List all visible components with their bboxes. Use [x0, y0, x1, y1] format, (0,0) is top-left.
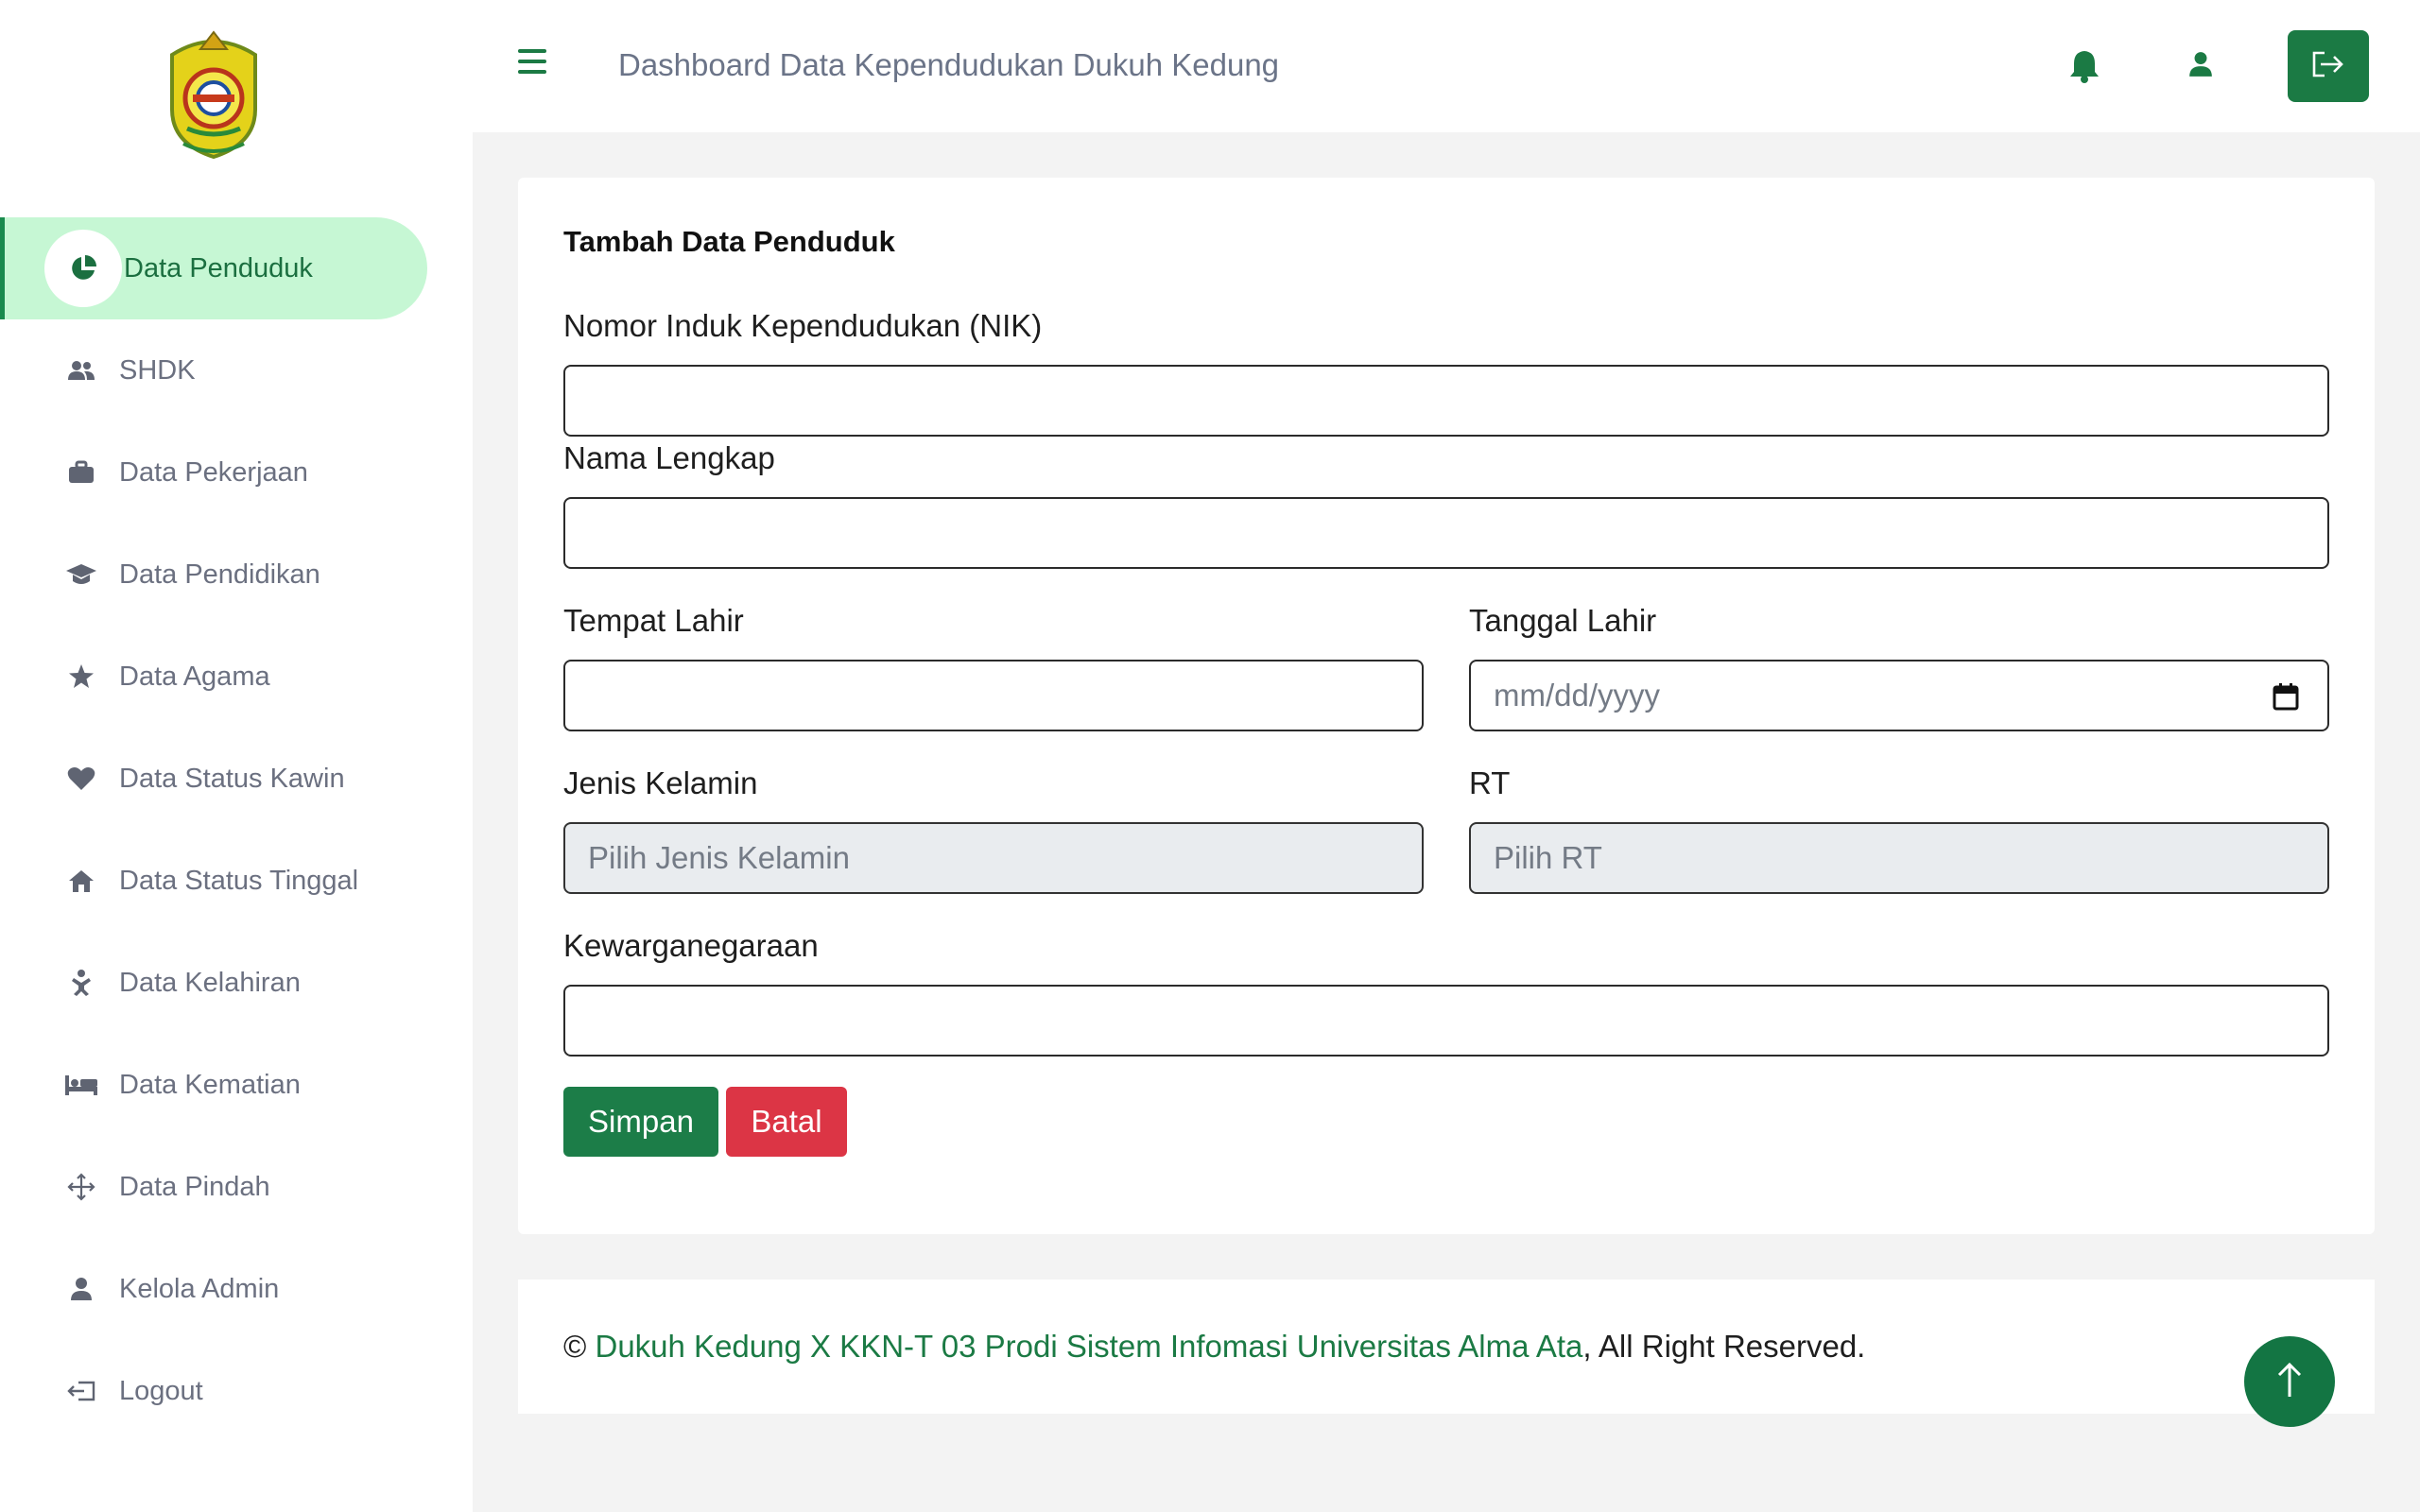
sidebar-item-label: Data Kematian: [119, 1069, 301, 1100]
rt-selected: Pilih RT: [1494, 840, 1602, 875]
graduation-cap-icon: [64, 558, 98, 592]
sidebar-item-data-agama[interactable]: Data Agama: [0, 626, 473, 728]
topbar: Dashboard Data Kependudukan Dukuh Kedung: [473, 0, 2420, 132]
sidebar-item-data-pendidikan[interactable]: Data Pendidikan: [0, 524, 473, 626]
kewarganegaraan-input[interactable]: [563, 985, 2329, 1057]
move-icon: [64, 1170, 98, 1204]
sidebar-item-label: Kelola Admin: [119, 1273, 280, 1304]
jenis-kelamin-selected: Pilih Jenis Kelamin: [588, 840, 850, 875]
tempat-lahir-input[interactable]: [563, 660, 1424, 731]
sidebar-item-data-pindah[interactable]: Data Pindah: [0, 1136, 473, 1238]
home-icon: [64, 864, 98, 898]
sidebar-item-label: Data Kelahiran: [119, 967, 301, 998]
rt-select[interactable]: Pilih RT: [1469, 822, 2329, 894]
sidebar-item-label: SHDK: [119, 354, 196, 386]
sidebar-item-data-penduduk[interactable]: Data Penduduk: [0, 217, 427, 319]
sidebar-item-label: Data Pindah: [119, 1171, 270, 1202]
sidebar-item-label: Data Pendidikan: [119, 558, 320, 590]
sidebar-item-label: Data Status Kawin: [119, 763, 345, 794]
baby-icon: [64, 966, 98, 1000]
footer: © Dukuh Kedung X KKN-T 03 Prodi Sistem I…: [518, 1280, 2375, 1414]
sidebar-item-logout[interactable]: Logout: [0, 1340, 473, 1442]
footer-suffix: , All Right Reserved.: [1582, 1329, 1866, 1364]
back-to-top-button[interactable]: [2244, 1336, 2335, 1427]
logo: [163, 23, 265, 164]
hamburger-icon[interactable]: [518, 49, 546, 77]
add-resident-form-card: Tambah Data Penduduk Nomor Induk Kependu…: [518, 178, 2375, 1234]
copyright-symbol: ©: [563, 1329, 587, 1364]
page-title: Dashboard Data Kependudukan Dukuh Kedung: [618, 47, 1280, 82]
tanggal-lahir-input[interactable]: mm/dd/yyyy: [1469, 660, 2329, 731]
sidebar-item-data-pekerjaan[interactable]: Data Pekerjaan: [0, 421, 473, 524]
user-icon: [64, 1272, 98, 1306]
footer-link[interactable]: Dukuh Kedung X KKN-T 03 Prodi Sistem Inf…: [596, 1329, 1583, 1364]
kewarganegaraan-label: Kewarganegaraan: [563, 928, 819, 963]
sign-out-icon: [64, 1374, 98, 1408]
sidebar-item-data-status-tinggal[interactable]: Data Status Tinggal: [0, 830, 473, 932]
tempat-lahir-label: Tempat Lahir: [563, 603, 744, 638]
tanggal-lahir-label: Tanggal Lahir: [1469, 603, 1657, 638]
sidebar-item-data-status-kawin[interactable]: Data Status Kawin: [0, 728, 473, 830]
cancel-button[interactable]: Batal: [726, 1087, 847, 1157]
users-icon: [64, 353, 98, 387]
sidebar-item-data-kelahiran[interactable]: Data Kelahiran: [0, 932, 473, 1034]
arrow-up-icon: [2275, 1361, 2304, 1403]
logout-icon: [2311, 50, 2345, 83]
save-button[interactable]: Simpan: [563, 1087, 718, 1157]
user-icon[interactable]: [2187, 51, 2220, 83]
nik-input[interactable]: [563, 365, 2329, 437]
sidebar-item-label: Logout: [119, 1375, 203, 1406]
logout-button[interactable]: [2288, 30, 2369, 102]
date-placeholder: mm/dd/yyyy: [1494, 678, 1661, 713]
sidebar-nav: Data Penduduk SHDK Data Pekerjaan Data P…: [0, 217, 473, 1442]
briefcase-icon: [64, 455, 98, 490]
heart-icon: [64, 762, 98, 796]
sidebar-item-kelola-admin[interactable]: Kelola Admin: [0, 1238, 473, 1340]
nik-label: Nomor Induk Kependudukan (NIK): [563, 308, 1043, 343]
pie-chart-icon: [44, 230, 122, 307]
footer-text: © Dukuh Kedung X KKN-T 03 Prodi Sistem I…: [563, 1329, 1865, 1365]
sidebar-item-shdk[interactable]: SHDK: [0, 319, 473, 421]
bed-icon: [64, 1068, 98, 1102]
jenis-kelamin-label: Jenis Kelamin: [563, 765, 758, 800]
sidebar-item-label: Data Agama: [119, 661, 270, 692]
rt-label: RT: [1469, 765, 1511, 800]
sidebar: Data Penduduk SHDK Data Pekerjaan Data P…: [0, 0, 473, 1512]
calendar-icon[interactable]: [2273, 682, 2299, 711]
sidebar-item-label: Data Pekerjaan: [119, 456, 308, 488]
nama-lengkap-label: Nama Lengkap: [563, 440, 775, 475]
nama-lengkap-input[interactable]: [563, 497, 2329, 569]
bell-icon[interactable]: [2068, 49, 2100, 83]
jenis-kelamin-select[interactable]: Pilih Jenis Kelamin: [563, 822, 1424, 894]
sidebar-item-label: Data Penduduk: [124, 252, 313, 284]
sidebar-item-label: Data Status Tinggal: [119, 865, 359, 896]
form-title: Tambah Data Penduduk: [563, 225, 895, 258]
star-icon: [64, 660, 98, 694]
sidebar-item-data-kematian[interactable]: Data Kematian: [0, 1034, 473, 1136]
